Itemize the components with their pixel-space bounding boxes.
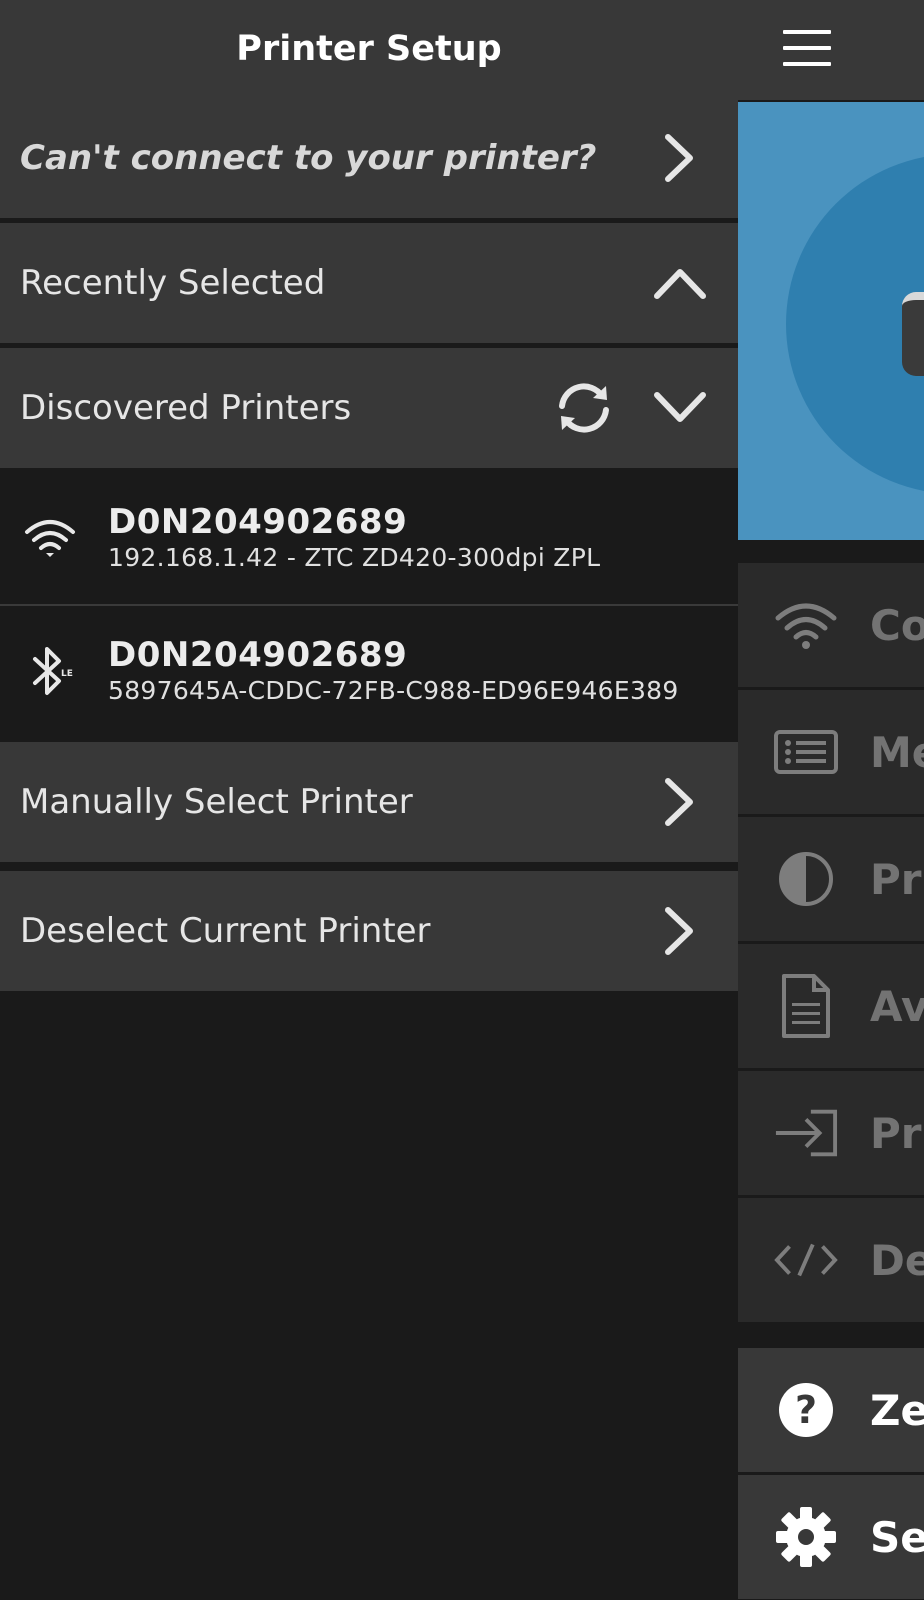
list-icon [774,720,838,784]
printer-name: D0N204902689 [108,502,408,542]
bg-menu-label: Co [870,600,924,650]
contrast-icon [774,847,838,911]
bg-menu-label: Pri [870,1108,924,1158]
bg-menu-item-developer[interactable]: De [738,1198,924,1322]
bg-menu-item-print-input[interactable]: Pri [738,1071,924,1195]
printer-detail: 192.168.1.42 - ZTC ZD420-300dpi ZPL [108,543,601,572]
deselect-current-printer-row[interactable]: Deselect Current Printer [0,871,738,991]
bg-menu-label: Av [870,981,924,1031]
printer-name: D0N204902689 [108,635,408,675]
bg-menu-item-settings[interactable]: Se [738,1475,924,1599]
background-app: Co Me Pri [738,0,924,1600]
bg-menu-label: De [870,1235,924,1285]
chevron-right-icon [648,770,712,834]
chevron-up-icon[interactable] [648,251,712,315]
help-icon: ? [774,1378,838,1442]
page-title: Printer Setup [236,29,502,69]
hamburger-icon[interactable] [783,28,831,68]
recently-selected-header[interactable]: Recently Selected [0,223,738,343]
svg-text:LE: LE [61,669,73,679]
bg-menu-item-media[interactable]: Me [738,690,924,814]
bg-menu-item-connectivity[interactable]: Co [738,563,924,687]
bg-menu-label: Me [870,727,924,777]
cant-connect-row[interactable]: Can't connect to your printer? [0,98,738,218]
discovered-printers-label: Discovered Printers [20,388,352,428]
bg-menu-label: Ze [870,1385,924,1435]
bg-menu-item-print-quality[interactable]: Pri [738,817,924,941]
bg-menu-item-help[interactable]: ? Ze [738,1348,924,1472]
bg-menu-item-available-files[interactable]: Av [738,944,924,1068]
bg-menu-label: Se [870,1512,924,1562]
discovered-printers-header[interactable]: Discovered Printers [0,348,738,468]
bg-menu-label: Pri [870,854,924,904]
code-icon [774,1228,838,1292]
printer-detail: 5897645A-CDDC-72FB-C988-ED96E946E389 [108,676,679,705]
cant-connect-label: Can't connect to your printer? [20,138,597,178]
discovered-printer-item[interactable]: LE D0N204902689 5897645A-CDDC-72FB-C988-… [0,606,738,736]
recently-selected-label: Recently Selected [20,263,326,303]
document-icon [774,974,838,1038]
manually-select-printer-row[interactable]: Manually Select Printer [0,742,738,862]
chevron-right-icon [648,899,712,963]
input-arrow-icon [774,1101,838,1165]
printer-hero-image [738,102,924,540]
chevron-down-icon[interactable] [648,376,712,440]
svg-text:?: ? [795,1388,817,1432]
wifi-icon [774,593,838,657]
discovered-printer-item[interactable]: D0N204902689 192.168.1.42 - ZTC ZD420-30… [0,473,738,603]
bluetooth-le-icon: LE [20,641,80,701]
manually-select-label: Manually Select Printer [20,782,413,822]
deselect-label: Deselect Current Printer [20,911,431,951]
refresh-icon[interactable] [552,376,616,440]
printer-image [902,292,924,376]
gear-icon [774,1505,838,1569]
chevron-right-icon [648,126,712,190]
wifi-icon [20,508,80,568]
